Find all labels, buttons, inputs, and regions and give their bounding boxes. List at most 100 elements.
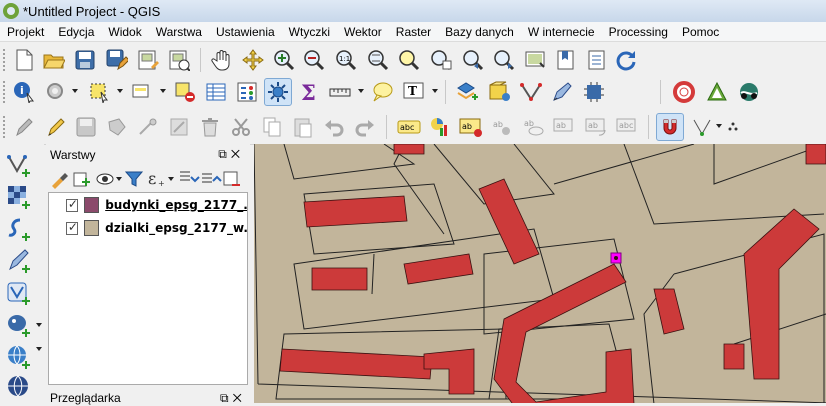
add-vector-layer-icon[interactable]: [4, 150, 34, 180]
pan-to-selection-icon[interactable]: [239, 46, 267, 74]
layer-diagram-options-icon[interactable]: [426, 113, 454, 141]
snap-to-vertex-icon[interactable]: [688, 113, 716, 141]
add-wms-layer-icon[interactable]: [4, 342, 34, 372]
add-polygon-feature-icon[interactable]: [103, 113, 131, 141]
spatial-bookmark-icon[interactable]: [552, 46, 580, 74]
menu-ustawienia[interactable]: Ustawienia: [209, 22, 282, 42]
layer-row-budynki[interactable]: budynki_epsg_2177_...: [49, 194, 247, 216]
add-delimited-text-icon[interactable]: [4, 246, 34, 276]
zoom-out-icon[interactable]: [300, 46, 328, 74]
open-project-icon[interactable]: [40, 46, 68, 74]
toolbar-grip[interactable]: [2, 48, 6, 72]
toolbar-grip[interactable]: [2, 80, 6, 104]
menu-widok[interactable]: Widok: [101, 22, 148, 42]
copy-features-icon[interactable]: [258, 113, 286, 141]
delete-selected-icon[interactable]: [196, 113, 224, 141]
menu-warstwa[interactable]: Warstwa: [149, 22, 209, 42]
save-layer-edits-icon[interactable]: [72, 113, 100, 141]
open-attribute-table-icon[interactable]: [202, 78, 230, 106]
map-canvas[interactable]: [254, 144, 826, 403]
cut-features-icon[interactable]: [227, 113, 255, 141]
manage-visibility-icon: [96, 173, 114, 185]
add-spatialite-icon[interactable]: [4, 214, 34, 244]
processing-toolbox-icon[interactable]: [264, 78, 292, 106]
layer-row-dzialki[interactable]: dzialki_epsg_2177_w...: [49, 217, 247, 239]
zoom-next-icon[interactable]: [490, 46, 518, 74]
layer-name[interactable]: dzialki_epsg_2177_w...: [105, 221, 247, 235]
show-hide-labels-icon[interactable]: ab: [520, 113, 548, 141]
redo-icon[interactable]: [351, 113, 379, 141]
svg-text:+: +: [158, 179, 165, 188]
map-tips-icon[interactable]: [368, 78, 396, 106]
zoom-full-extent-icon[interactable]: [364, 46, 392, 74]
snapping-magnet-icon[interactable]: [656, 113, 684, 141]
layer-name[interactable]: budynki_epsg_2177_...: [105, 198, 247, 212]
lifesaver-plugin-icon[interactable]: [670, 78, 698, 106]
paste-features-icon[interactable]: [289, 113, 317, 141]
browser-panel-float-close-buttons[interactable]: ⧉✕: [220, 391, 246, 406]
toggle-editing-pencil-icon[interactable]: [42, 113, 70, 141]
menu-processing[interactable]: Processing: [602, 22, 675, 42]
zoom-to-selection-icon[interactable]: [395, 46, 423, 74]
new-print-layout-icon[interactable]: [134, 46, 162, 74]
highlight-pinned-labels-icon[interactable]: ab: [457, 113, 485, 141]
layout-manager-icon[interactable]: [165, 46, 193, 74]
menu-pomoc[interactable]: Pomoc: [675, 22, 726, 42]
gps-plugin-icon[interactable]: [580, 78, 608, 106]
svg-text:1:1: 1:1: [339, 55, 350, 63]
move-label-icon[interactable]: ab: [551, 113, 579, 141]
add-raster-layer-icon[interactable]: [4, 182, 34, 212]
pan-hand-icon[interactable]: [208, 46, 236, 74]
run-feature-action-icon[interactable]: [42, 78, 70, 106]
menu-wtyczki[interactable]: Wtyczki: [282, 22, 337, 42]
change-label-icon[interactable]: abc: [614, 113, 642, 141]
zoom-to-layer-icon[interactable]: [427, 46, 455, 74]
digitize-pen-icon[interactable]: [548, 78, 576, 106]
zoom-last-icon[interactable]: [459, 46, 487, 74]
add-wcs-layer-icon[interactable]: [4, 372, 34, 402]
select-features-icon[interactable]: [85, 78, 113, 106]
menu-wektor[interactable]: Wektor: [337, 22, 389, 42]
undo-icon[interactable]: [320, 113, 348, 141]
menu-bazy-danych[interactable]: Bazy danych: [438, 22, 521, 42]
rotate-label-icon[interactable]: ab: [583, 113, 611, 141]
zoom-native-resolution-icon[interactable]: 1:1: [332, 46, 360, 74]
menu-projekt[interactable]: Projekt: [0, 22, 51, 42]
pin-labels-icon[interactable]: ab: [489, 113, 517, 141]
menu-raster[interactable]: Raster: [389, 22, 438, 42]
new-project-icon[interactable]: [10, 46, 38, 74]
add-postgis-layer-icon[interactable]: [486, 78, 514, 106]
add-spatialite-layer-icon[interactable]: [454, 78, 482, 106]
identify-features-icon[interactable]: i: [10, 78, 38, 106]
snapping-tolerance-units-icon[interactable]: [722, 113, 750, 141]
zoom-in-icon[interactable]: [270, 46, 298, 74]
globe-plugin-icon[interactable]: [735, 78, 763, 106]
layers-panel: Warstwy ⧉✕ ε+ budynki_epsg_2177_... dzia…: [46, 144, 250, 403]
select-by-value-icon[interactable]: [128, 78, 156, 106]
field-calculator-icon[interactable]: [233, 78, 261, 106]
menu-w-internecie[interactable]: W internecie: [521, 22, 602, 42]
vertex-tool-icon[interactable]: [517, 78, 545, 106]
save-project-icon[interactable]: [71, 46, 99, 74]
add-postgis-icon[interactable]: [4, 310, 34, 340]
vertex-editor-icon[interactable]: [134, 113, 162, 141]
new-map-view-icon[interactable]: [521, 46, 549, 74]
text-annotation-icon[interactable]: T: [400, 78, 428, 106]
show-bookmarks-icon[interactable]: [583, 46, 611, 74]
deselect-all-icon[interactable]: [171, 78, 199, 106]
layer-visibility-checkbox[interactable]: [65, 220, 78, 235]
refresh-icon[interactable]: [612, 46, 640, 74]
measure-line-icon[interactable]: [326, 78, 354, 106]
multi-edit-icon[interactable]: [165, 113, 193, 141]
current-edits-icon[interactable]: [10, 113, 38, 141]
layer-labeling-options-icon[interactable]: abc: [395, 113, 423, 141]
layer-visibility-checkbox[interactable]: [65, 197, 78, 212]
statistical-summary-icon[interactable]: Σ: [295, 78, 323, 106]
expand-all-icon: [180, 171, 200, 183]
triangle-plugin-icon[interactable]: [703, 78, 731, 106]
add-wfs-layer-icon[interactable]: [4, 278, 34, 308]
panel-float-close-buttons[interactable]: ⧉✕: [218, 147, 244, 162]
toolbar-grip[interactable]: [2, 115, 6, 139]
menu-edycja[interactable]: Edycja: [51, 22, 101, 42]
save-as-icon[interactable]: [103, 46, 131, 74]
